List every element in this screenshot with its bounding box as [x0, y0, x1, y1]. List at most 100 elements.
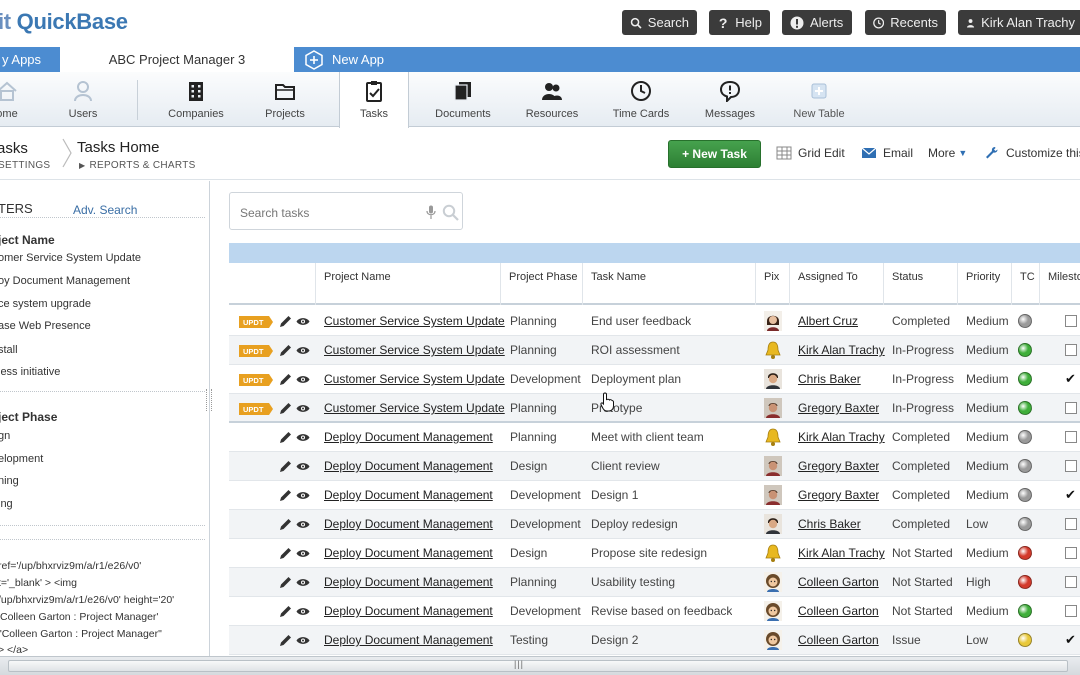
- project-name-link[interactable]: Deploy Document Management: [324, 597, 493, 626]
- filter-item[interactable]: omer Service System Update: [0, 252, 141, 264]
- table-row[interactable]: UPDT Customer Service System Update Planni…: [229, 307, 1080, 336]
- search-input[interactable]: Search tasks: [240, 206, 309, 220]
- project-name-link[interactable]: Deploy Document Management: [324, 568, 493, 597]
- milestone-checkbox[interactable]: [1065, 576, 1077, 588]
- assigned-to-link[interactable]: Gregory Baxter: [798, 394, 879, 423]
- assigned-to-link[interactable]: Gregory Baxter: [798, 452, 879, 481]
- quickbase-logo[interactable]: it QuickBase: [0, 9, 128, 35]
- table-messages[interactable]: Messages: [702, 72, 758, 127]
- milestone-checkbox[interactable]: [1065, 518, 1077, 530]
- assigned-to-link[interactable]: Colleen Garton: [798, 597, 879, 626]
- milestone-check-icon[interactable]: ✔: [1065, 371, 1076, 387]
- project-name-link[interactable]: Deploy Document Management: [324, 452, 493, 481]
- edit-pencil-icon[interactable]: [279, 344, 292, 357]
- assigned-to-link[interactable]: Colleen Garton: [798, 568, 879, 597]
- table-tasks[interactable]: Tasks: [339, 72, 409, 128]
- milestone-checkbox[interactable]: [1065, 315, 1077, 327]
- new-task-button[interactable]: + New Task: [668, 140, 761, 168]
- table-row[interactable]: Deploy Document Management Development Dep…: [229, 510, 1080, 539]
- view-eye-icon[interactable]: [296, 461, 310, 472]
- recents-button[interactable]: Recents: [865, 10, 946, 35]
- table-companies[interactable]: Companies: [166, 72, 226, 127]
- table-row[interactable]: Deploy Document Management Planning Meet w…: [229, 423, 1080, 452]
- project-name-link[interactable]: Customer Service System Update: [324, 307, 505, 336]
- table-row[interactable]: UPDT Customer Service System Update Develo…: [229, 365, 1080, 394]
- edit-pencil-icon[interactable]: [279, 518, 292, 531]
- table-row[interactable]: Deploy Document Management Design Client r…: [229, 452, 1080, 481]
- user-menu-button[interactable]: Kirk Alan Trachy: [958, 10, 1080, 35]
- update-tag-icon[interactable]: UPDT: [239, 374, 273, 386]
- filter-item[interactable]: ning: [0, 475, 19, 487]
- update-tag-icon[interactable]: UPDT: [239, 345, 273, 357]
- assigned-to-link[interactable]: Albert Cruz: [798, 307, 858, 336]
- filter-item[interactable]: less initiative: [0, 366, 60, 378]
- tab-new-app[interactable]: New App: [294, 47, 412, 72]
- edit-pencil-icon[interactable]: [279, 431, 292, 444]
- edit-pencil-icon[interactable]: [279, 547, 292, 560]
- horizontal-scrollbar[interactable]: |||: [0, 656, 1080, 675]
- column-header-status[interactable]: Status: [883, 263, 957, 305]
- edit-pencil-icon[interactable]: [279, 576, 292, 589]
- email-button[interactable]: Email: [861, 146, 913, 160]
- pane-splitter-handle[interactable]: [206, 389, 212, 411]
- more-menu-button[interactable]: More ▼: [928, 146, 967, 160]
- filter-item[interactable]: gn: [0, 430, 10, 442]
- assigned-to-link[interactable]: Kirk Alan Trachy: [798, 336, 885, 365]
- assigned-to-link[interactable]: Colleen Garton: [798, 626, 879, 655]
- assigned-to-link[interactable]: Chris Baker: [798, 365, 861, 394]
- assigned-to-link[interactable]: Kirk Alan Trachy: [798, 539, 885, 568]
- assigned-to-link[interactable]: Chris Baker: [798, 510, 861, 539]
- column-header-project-phase[interactable]: Project Phase: [500, 263, 582, 305]
- filter-item[interactable]: ing: [0, 498, 13, 510]
- project-name-link[interactable]: Deploy Document Management: [324, 481, 493, 510]
- view-eye-icon[interactable]: [296, 519, 310, 530]
- edit-pencil-icon[interactable]: [279, 402, 292, 415]
- view-eye-icon[interactable]: [296, 432, 310, 443]
- search-button[interactable]: Search: [622, 10, 697, 35]
- project-name-link[interactable]: Deploy Document Management: [324, 510, 493, 539]
- table-row[interactable]: Deploy Document Management Testing Design …: [229, 626, 1080, 655]
- table-row[interactable]: Deploy Document Management Planning Usabil…: [229, 568, 1080, 597]
- column-header-milestone[interactable]: Milesto: [1039, 263, 1080, 305]
- table-row[interactable]: Deploy Document Management Design Propose …: [229, 539, 1080, 568]
- view-eye-icon[interactable]: [296, 635, 310, 646]
- milestone-checkbox[interactable]: [1065, 547, 1077, 559]
- view-eye-icon[interactable]: [296, 606, 310, 617]
- view-eye-icon[interactable]: [296, 316, 310, 327]
- tab-my-apps[interactable]: y Apps: [0, 47, 60, 72]
- milestone-check-icon[interactable]: ✔: [1065, 487, 1076, 503]
- column-header-assigned-to[interactable]: Assigned To: [789, 263, 883, 305]
- grid-edit-button[interactable]: Grid Edit: [776, 146, 845, 160]
- filter-item[interactable]: ase Web Presence: [0, 320, 91, 332]
- column-header-pix[interactable]: Pix: [755, 263, 789, 305]
- edit-pencil-icon[interactable]: [279, 634, 292, 647]
- view-eye-icon[interactable]: [296, 403, 310, 414]
- update-tag-icon[interactable]: UPDT: [239, 316, 273, 328]
- table-row[interactable]: UPDT Customer Service System Update Planni…: [229, 336, 1080, 365]
- view-eye-icon[interactable]: [296, 374, 310, 385]
- edit-pencil-icon[interactable]: [279, 315, 292, 328]
- help-button[interactable]: ? Help: [709, 10, 770, 35]
- search-icon[interactable]: [442, 204, 459, 221]
- reports-charts-link[interactable]: ▶ REPORTS & CHARTS: [79, 160, 196, 171]
- project-name-link[interactable]: Deploy Document Management: [324, 626, 493, 655]
- view-eye-icon[interactable]: [296, 577, 310, 588]
- edit-pencil-icon[interactable]: [279, 460, 292, 473]
- view-eye-icon[interactable]: [296, 490, 310, 501]
- table-resources[interactable]: Resources: [522, 72, 582, 127]
- table-time-cards[interactable]: Time Cards: [611, 72, 671, 127]
- filter-item[interactable]: oy Document Management: [0, 275, 130, 287]
- table-row[interactable]: Deploy Document Management Development Rev…: [229, 597, 1080, 626]
- project-name-link[interactable]: Customer Service System Update: [324, 394, 505, 423]
- scrollbar-thumb[interactable]: [8, 660, 1068, 672]
- milestone-checkbox[interactable]: [1065, 460, 1077, 472]
- breadcrumb-parent[interactable]: asks: [0, 140, 28, 157]
- table-documents[interactable]: Documents: [432, 72, 494, 127]
- search-tasks-box[interactable]: Search tasks: [229, 192, 463, 230]
- milestone-checkbox[interactable]: [1065, 402, 1077, 414]
- column-header-project-name[interactable]: Project Name: [315, 263, 500, 305]
- project-name-link[interactable]: Customer Service System Update: [324, 365, 505, 394]
- tab-current-app[interactable]: ABC Project Manager 3: [60, 47, 294, 72]
- project-name-link[interactable]: Customer Service System Update: [324, 336, 505, 365]
- column-header-priority[interactable]: Priority: [957, 263, 1011, 305]
